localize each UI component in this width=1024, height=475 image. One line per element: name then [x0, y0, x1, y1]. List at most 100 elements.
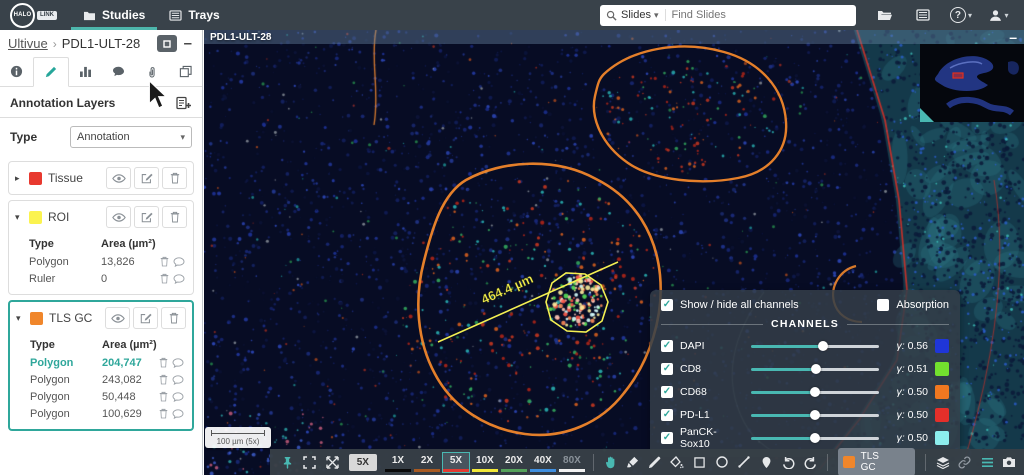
comment-icon[interactable]: [172, 392, 184, 402]
channel-intensity-slider[interactable]: [751, 363, 879, 374]
marker-tool-button[interactable]: [758, 452, 775, 472]
current-zoom-display[interactable]: 5X: [348, 453, 377, 471]
nav-studies[interactable]: Studies: [71, 0, 158, 30]
channel-color-swatch[interactable]: [935, 430, 949, 445]
comment-icon[interactable]: [172, 358, 184, 368]
search-scope-dropdown[interactable]: Slides ▾: [621, 9, 666, 21]
channel-checkbox[interactable]: ✓: [661, 339, 673, 352]
channel-intensity-slider[interactable]: [751, 340, 879, 351]
trash-icon[interactable]: [160, 256, 169, 267]
expand-caret-icon[interactable]: ▸: [15, 173, 23, 184]
layer-color-swatch[interactable]: [30, 311, 43, 325]
table-row[interactable]: Ruler 0: [29, 270, 185, 287]
snapshot-button[interactable]: [1001, 452, 1018, 472]
open-slides-button[interactable]: [870, 9, 900, 21]
layer-visibility-button[interactable]: [106, 167, 131, 189]
layer-edit-button[interactable]: [134, 167, 159, 189]
layers-button[interactable]: [934, 452, 951, 472]
trash-icon[interactable]: [160, 273, 169, 284]
user-menu-button[interactable]: ▾: [984, 9, 1014, 22]
channel-color-swatch[interactable]: [935, 338, 949, 353]
trash-icon[interactable]: [159, 408, 168, 419]
layer-visibility-button[interactable]: [105, 307, 130, 329]
zoom-20x-button[interactable]: 20X: [500, 453, 527, 472]
table-row[interactable]: Polygon 50,448: [30, 388, 184, 405]
tab-attachments[interactable]: [135, 57, 168, 86]
minimap-view-rectangle[interactable]: [952, 72, 964, 79]
layer-color-swatch[interactable]: [29, 171, 42, 185]
ruler-tool-button[interactable]: [735, 452, 752, 472]
slider-handle[interactable]: [810, 386, 820, 397]
zoom-5x-button[interactable]: 5X: [441, 451, 470, 473]
overview-minimap[interactable]: [920, 44, 1024, 122]
brush-tool-button[interactable]: [624, 452, 641, 472]
breadcrumb-study-link[interactable]: Ultivue: [8, 36, 48, 51]
layer-visibility-button[interactable]: [106, 206, 131, 228]
link-views-button[interactable]: [956, 452, 973, 472]
tab-comments[interactable]: [102, 57, 135, 86]
tab-info[interactable]: [0, 57, 33, 86]
panel-popout-button[interactable]: [156, 35, 177, 52]
comment-icon[interactable]: [173, 274, 185, 284]
slider-handle[interactable]: [811, 363, 822, 374]
channel-checkbox[interactable]: ✓: [661, 408, 673, 421]
zoom-10x-button[interactable]: 10X: [471, 453, 498, 472]
collapse-caret-icon[interactable]: ▾: [15, 212, 23, 223]
find-slides-input[interactable]: [669, 8, 850, 22]
panel-collapse-button[interactable]: –: [182, 36, 194, 51]
table-row-selected[interactable]: Polygon 204,747: [30, 354, 184, 371]
zoom-40x-button[interactable]: 40X: [529, 453, 556, 472]
tls-gc-annotation-main[interactable]: [417, 162, 662, 437]
trays-panel-button[interactable]: [908, 9, 938, 21]
trash-icon[interactable]: [159, 374, 168, 385]
active-layer-select[interactable]: TLS GC: [838, 448, 915, 475]
layer-delete-button[interactable]: [162, 206, 187, 228]
channel-color-swatch[interactable]: [935, 361, 949, 376]
slider-handle[interactable]: [810, 432, 820, 443]
ellipse-tool-button[interactable]: [713, 452, 730, 472]
trash-icon[interactable]: [159, 357, 168, 368]
table-row[interactable]: Polygon 243,082: [30, 371, 184, 388]
trash-icon[interactable]: [159, 391, 168, 402]
roi-polygon-annotation[interactable]: [545, 272, 609, 333]
channel-checkbox[interactable]: ✓: [661, 362, 673, 375]
pan-tool-button[interactable]: [602, 452, 619, 472]
layer-color-swatch[interactable]: [29, 210, 42, 224]
layer-delete-button[interactable]: [162, 167, 187, 189]
channel-intensity-slider[interactable]: [751, 386, 879, 397]
tab-annotations[interactable]: [33, 57, 69, 87]
layer-edit-button[interactable]: [134, 206, 159, 228]
pen-tool-button[interactable]: [646, 452, 663, 472]
channel-color-swatch[interactable]: [935, 407, 949, 422]
annotation-type-select[interactable]: Annotation ▾: [70, 126, 192, 148]
slide-viewer[interactable]: 464.4 µm PDL1-ULT-28 – 100 µm (5x) ✓ Sho…: [204, 30, 1024, 475]
channel-checkbox[interactable]: ✓: [661, 385, 673, 398]
viewer-minimize-button[interactable]: –: [1009, 30, 1017, 44]
layer-delete-button[interactable]: [161, 307, 186, 329]
undo-button[interactable]: [780, 452, 797, 472]
redo-button[interactable]: [802, 452, 819, 472]
channel-color-swatch[interactable]: [935, 384, 949, 399]
absorption-checkbox[interactable]: [877, 299, 890, 311]
slider-handle[interactable]: [810, 409, 820, 420]
channel-checkbox[interactable]: ✓: [661, 431, 673, 444]
nav-trays[interactable]: Trays: [157, 0, 231, 30]
fit-to-window-button[interactable]: [323, 452, 340, 472]
fill-tool-button[interactable]: [669, 452, 686, 472]
zoom-2x-button[interactable]: 2X: [413, 453, 440, 472]
rectangle-tool-button[interactable]: [691, 452, 708, 472]
fullscreen-button[interactable]: [301, 452, 318, 472]
zoom-80x-button[interactable]: 80X: [558, 453, 585, 472]
pin-toolbar-button[interactable]: [279, 452, 296, 472]
collapse-caret-icon[interactable]: ▾: [16, 313, 24, 324]
comment-icon[interactable]: [172, 409, 184, 419]
channel-list-button[interactable]: [978, 452, 995, 472]
help-menu-button[interactable]: ? ▾: [946, 7, 976, 23]
tls-gc-annotation-top[interactable]: [592, 45, 788, 183]
add-annotation-layer-button[interactable]: [176, 96, 192, 110]
comment-icon[interactable]: [172, 375, 184, 385]
show-hide-all-checkbox[interactable]: ✓: [661, 299, 673, 311]
layer-edit-button[interactable]: [133, 307, 158, 329]
table-row[interactable]: Polygon 13,826: [29, 253, 185, 270]
channel-intensity-slider[interactable]: [751, 432, 879, 443]
